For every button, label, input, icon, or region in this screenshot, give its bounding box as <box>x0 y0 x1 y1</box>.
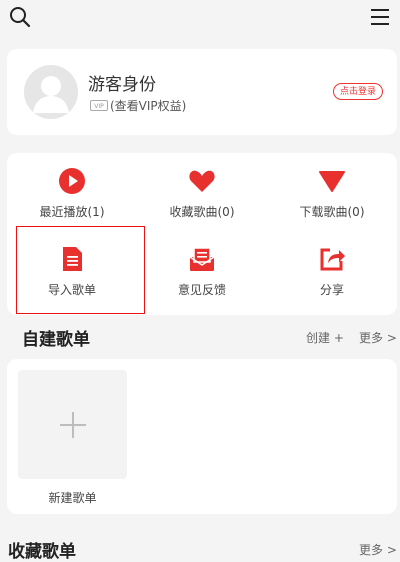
share-icon <box>320 248 345 271</box>
new-playlist-button[interactable] <box>18 370 127 479</box>
downloaded-songs-item[interactable]: 下载歌曲(0) <box>267 153 397 229</box>
menu-icon[interactable] <box>368 5 392 29</box>
favorite-songs-label: 收藏歌曲(0) <box>169 205 235 219</box>
user-silhouette-icon <box>33 76 69 113</box>
created-more-link[interactable]: 更多 > <box>359 329 397 346</box>
recent-play-item[interactable]: 最近播放(1) <box>7 153 137 229</box>
vip-badge-icon: VIP <box>90 100 108 111</box>
plus-icon-vertical <box>72 412 74 438</box>
selection-highlight <box>16 226 145 314</box>
download-triangle-icon <box>319 171 345 192</box>
feedback-item[interactable]: 意见反馈 <box>137 231 267 307</box>
collected-more-link[interactable]: 更多 > <box>359 541 397 558</box>
login-button[interactable]: 点击登录 <box>332 83 383 100</box>
created-playlists-title: 自建歌单 <box>22 330 90 350</box>
vip-benefits-text: (查看VIP权益) <box>110 99 187 113</box>
downloaded-songs-label: 下载歌曲(0) <box>299 205 365 219</box>
share-label: 分享 <box>319 283 344 297</box>
feedback-icon <box>189 247 215 271</box>
avatar[interactable] <box>24 65 78 119</box>
create-playlist-link[interactable]: 创建 + <box>306 329 344 346</box>
new-playlist-label: 新建歌单 <box>48 491 97 505</box>
created-playlists-card: 新建歌单 <box>7 359 397 514</box>
recent-play-label: 最近播放(1) <box>39 205 105 219</box>
share-item[interactable]: 分享 <box>267 231 397 307</box>
play-icon <box>59 168 85 194</box>
top-bar <box>0 0 400 34</box>
collected-playlists-title: 收藏歌单 <box>8 542 76 562</box>
feedback-label: 意见反馈 <box>177 283 226 297</box>
search-icon[interactable] <box>8 5 32 29</box>
profile-card[interactable]: 游客身份 VIP (查看VIP权益) 点击登录 <box>7 49 397 135</box>
vip-benefits-link[interactable]: VIP (查看VIP权益) <box>90 97 186 114</box>
user-name: 游客身份 <box>88 75 156 95</box>
favorite-songs-item[interactable]: 收藏歌曲(0) <box>137 153 267 229</box>
heart-icon <box>189 170 215 192</box>
